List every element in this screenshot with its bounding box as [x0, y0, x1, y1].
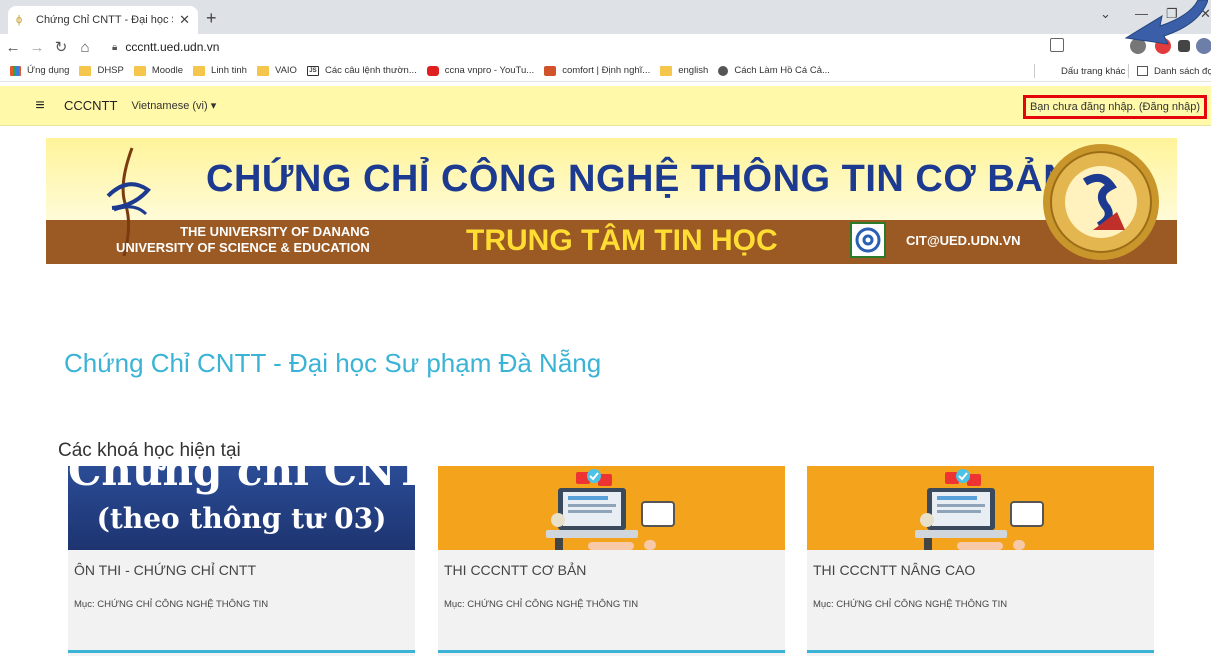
banner-center-name: TRUNG TÂM TIN HỌC — [466, 224, 778, 257]
site-navbar: ≡ CCCNTT Vietnamese (vi) ▾ Bạn chưa đăng… — [0, 86, 1211, 126]
caret-down-icon: ▾ — [210, 100, 217, 112]
university-line-1: THE UNIVERSITY OF DANANG — [180, 224, 370, 239]
address-bar-row: ← → ↻ ⌂ 🔒︎ cccntt.ued.udn.vn — [0, 34, 1211, 60]
folder-icon — [1043, 66, 1055, 76]
course-image[interactable] — [438, 466, 785, 550]
url-text: cccntt.ued.udn.vn — [125, 40, 220, 54]
apps-icon — [10, 65, 21, 76]
bookmark-cau-lenh[interactable]: JS Các câu lệnh thườn... — [306, 65, 417, 76]
reading-list-icon — [1137, 66, 1148, 76]
forward-icon[interactable]: → — [26, 39, 48, 56]
university-line-2: UNIVERSITY OF SCIENCE & EDUCATION — [116, 240, 370, 255]
login-status[interactable]: Bạn chưa đăng nhập. (Đăng nhập) — [1022, 95, 1207, 119]
folder-icon — [133, 65, 146, 76]
course-card[interactable]: THI CCCNTT CƠ BẢN Mục: CHỨNG CHỈ CÔNG NG… — [438, 466, 785, 656]
home-icon[interactable]: ⌂ — [74, 39, 96, 56]
bookmark-label: comfort | Định nghĩ... — [562, 65, 651, 76]
site-brand-link[interactable]: CCCNTT — [64, 98, 117, 113]
browser-tab-bar: ϕ Chứng Chỉ CNTT - Đại học Sư ph ✕ + ⌄ —… — [0, 0, 1211, 34]
bookmark-english[interactable]: english — [660, 65, 708, 76]
bookmark-label: ccna vnpro - YouTu... — [444, 65, 535, 76]
site-icon — [544, 65, 557, 76]
folder-icon — [193, 65, 206, 76]
divider — [1034, 64, 1035, 78]
folder-icon — [660, 65, 673, 76]
course-image[interactable] — [807, 466, 1154, 550]
banner-title: CHỨNG CHỈ CÔNG NGHỆ THÔNG TIN CƠ BẢN — [206, 158, 1072, 200]
email-at-icon — [850, 222, 886, 258]
youtube-icon — [426, 65, 439, 76]
share-icon[interactable] — [1050, 38, 1064, 52]
folder-icon — [79, 65, 92, 76]
bookmark-vaio[interactable]: VAIO — [256, 65, 297, 76]
bookmarks-bar: Ứng dụng DHSP Moodle Linh tinh VAIO JS C… — [0, 60, 1211, 82]
course-image-line-1: Chứng chỉ CNTT — [68, 466, 415, 495]
reload-icon[interactable]: ↻ — [50, 38, 72, 56]
close-tab-icon[interactable]: ✕ — [179, 12, 190, 28]
reading-list[interactable]: Danh sách đọ — [1128, 60, 1211, 82]
back-icon[interactable]: ← — [2, 39, 24, 56]
bookmark-label: Cách Làm Hồ Cá Cả... — [734, 65, 830, 76]
course-name-link[interactable]: THI CCCNTT CƠ BẢN — [444, 562, 586, 578]
site-banner: CHỨNG CHỈ CÔNG NGHỆ THÔNG TIN CƠ BẢN THE… — [46, 138, 1177, 264]
bookmark-label: VAIO — [274, 65, 297, 76]
course-name-link[interactable]: THI CCCNTT NÂNG CAO — [813, 562, 975, 578]
globe-icon — [718, 65, 729, 76]
bookmark-moodle[interactable]: Moodle — [133, 65, 184, 76]
card-accent-line — [438, 650, 785, 653]
browser-tab[interactable]: ϕ Chứng Chỉ CNTT - Đại học Sư ph ✕ — [8, 6, 198, 34]
url-field[interactable]: 🔒︎ cccntt.ued.udn.vn — [112, 37, 219, 57]
other-bookmarks[interactable]: Dấu trang khác — [1034, 60, 1125, 82]
bookmark-linh-tinh[interactable]: Linh tinh — [193, 65, 247, 76]
bookmark-label: Ứng dụng — [27, 65, 70, 76]
card-accent-line — [68, 650, 415, 653]
divider — [1128, 64, 1129, 78]
annotation-arrow-icon — [1124, 0, 1208, 45]
course-image-line-2: (theo thông tư 03) — [96, 502, 387, 535]
folder-icon — [256, 65, 269, 76]
js-icon: JS — [306, 65, 319, 76]
course-category: Mục: CHỨNG CHỈ CÔNG NGHỆ THÔNG TIN — [813, 599, 1008, 610]
laptop-illustration-icon — [546, 469, 675, 550]
laptop-illustration-icon — [915, 469, 1044, 550]
bookmark-label: english — [678, 65, 709, 76]
page-title: Chứng Chỉ CNTT - Đại học Sư phạm Đà Nẵng — [64, 348, 602, 378]
menu-icon[interactable]: ≡ — [20, 97, 60, 115]
bookmark-dhsp[interactable]: DHSP — [79, 65, 124, 76]
card-accent-line — [807, 650, 1154, 653]
other-bookmarks-label: Dấu trang khác — [1061, 65, 1126, 77]
login-text: Bạn chưa đăng nhập. (Đăng nhập) — [1029, 101, 1200, 113]
language-label: Vietnamese (vi) — [131, 100, 208, 112]
banner-email: CIT@UED.UDN.VN — [906, 233, 1021, 248]
course-image[interactable]: Chứng chỉ CNTT (theo thông tư 03) — [68, 466, 415, 550]
course-category: Mục: CHỨNG CHỈ CÔNG NGHỆ THÔNG TIN — [74, 599, 269, 610]
course-card[interactable]: THI CCCNTT NÂNG CAO Mục: CHỨNG CHỈ CÔNG … — [807, 466, 1154, 656]
new-tab-icon[interactable]: + — [206, 8, 217, 29]
bookmark-label: DHSP — [97, 65, 124, 76]
bookmark-label: Các câu lệnh thườn... — [324, 65, 417, 76]
course-category: Mục: CHỨNG CHỈ CÔNG NGHỆ THÔNG TIN — [444, 599, 639, 610]
tab-title: Chứng Chỉ CNTT - Đại học Sư ph — [36, 14, 173, 26]
bookmark-label: Moodle — [151, 65, 184, 76]
university-seal-icon — [1043, 144, 1159, 260]
bookmark-comfort[interactable]: comfort | Định nghĩ... — [544, 65, 650, 76]
course-name-link[interactable]: ÔN THI - CHỨNG CHỈ CNTT — [74, 562, 256, 578]
language-dropdown[interactable]: Vietnamese (vi) ▾ — [131, 99, 216, 112]
bookmark-label: Linh tinh — [211, 65, 247, 76]
bookmark-cach-lam[interactable]: Cách Làm Hồ Cá Cả... — [718, 65, 830, 76]
banner-university: THE UNIVERSITY OF DANANG UNIVERSITY OF S… — [116, 224, 370, 256]
section-title: Các khoá học hiện tại — [58, 440, 241, 461]
lock-icon: 🔒︎ — [112, 41, 118, 53]
site-favicon-icon: ϕ — [16, 14, 23, 26]
bookmark-ccna[interactable]: ccna vnpro - YouTu... — [426, 65, 535, 76]
course-card[interactable]: Chứng chỉ CNTT (theo thông tư 03) ÔN THI… — [68, 466, 415, 656]
bookmark-apps[interactable]: Ứng dụng — [10, 65, 69, 76]
reading-list-label: Danh sách đọ — [1154, 65, 1211, 77]
